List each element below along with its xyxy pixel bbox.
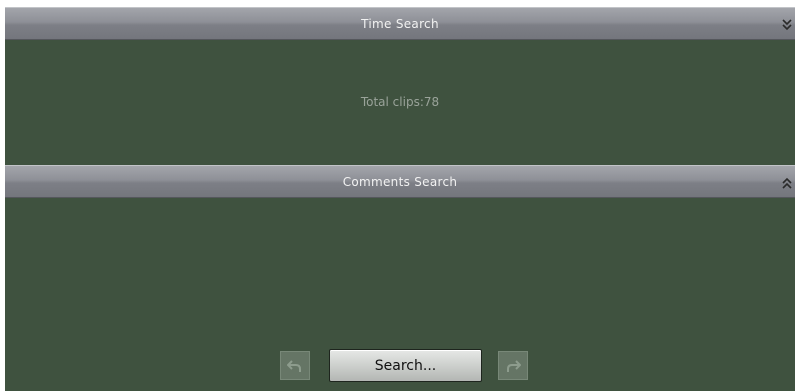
comments-search-title: Comments Search (342, 174, 458, 189)
undo-arrow-icon (287, 359, 301, 372)
comments-search-panel: Search... (5, 198, 795, 391)
time-search-panel: Total clips:78 (5, 40, 795, 165)
search-button[interactable]: Search... (329, 349, 482, 382)
redo-arrow-icon (507, 359, 521, 372)
total-clips-label: Total clips:78 (360, 95, 440, 109)
chevron-double-up-icon[interactable] (781, 175, 793, 189)
next-button[interactable] (498, 351, 528, 380)
time-search-header[interactable]: Time Search (5, 7, 795, 40)
comments-search-header[interactable]: Comments Search (5, 165, 795, 198)
time-search-title: Time Search (361, 16, 439, 31)
chevron-double-down-icon[interactable] (781, 17, 793, 31)
search-window: Time Search Total clips:78 Comments Sear… (0, 0, 795, 391)
previous-button[interactable] (280, 351, 310, 380)
